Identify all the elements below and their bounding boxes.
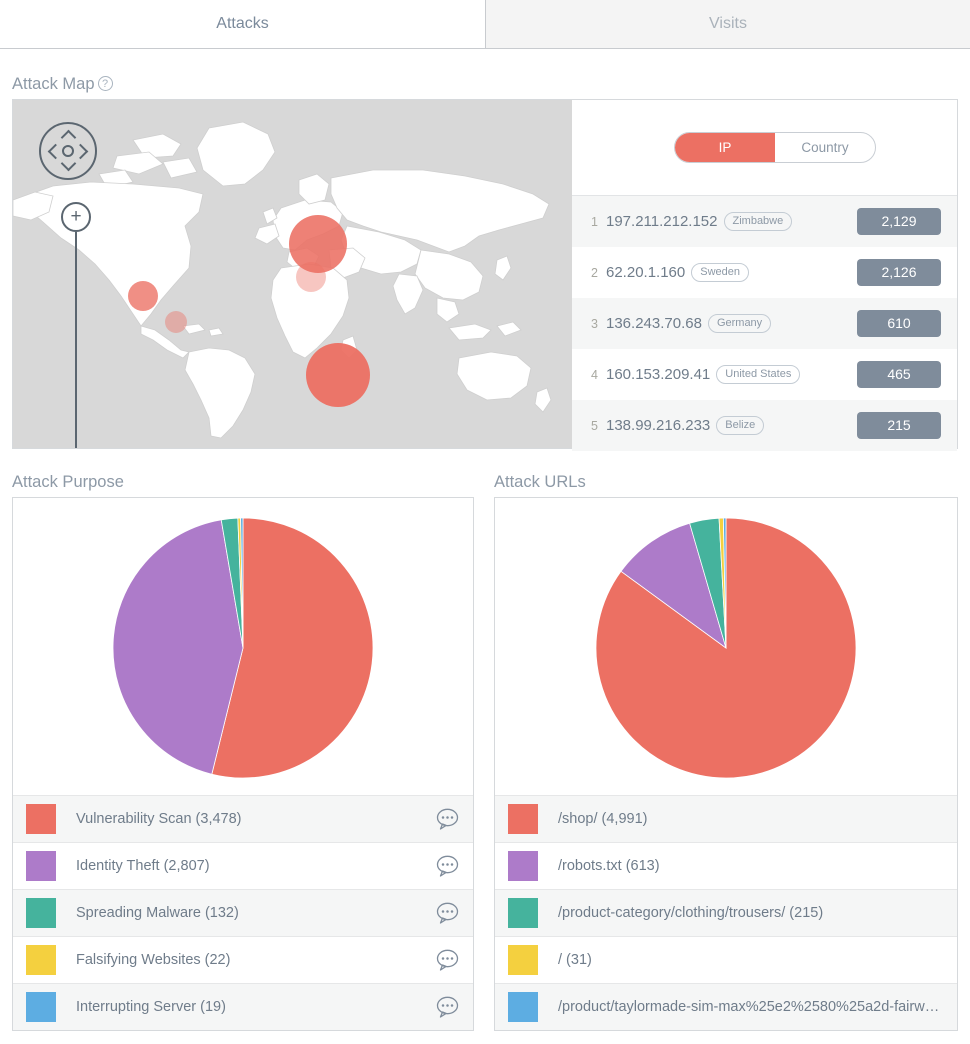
comment-icon[interactable] <box>436 808 459 835</box>
legend-swatch <box>508 804 538 834</box>
toggle-option-country[interactable]: Country <box>775 133 875 162</box>
legend-swatch <box>26 945 56 975</box>
row-country-badge: Zimbabwe <box>723 212 793 231</box>
attack-blip <box>306 343 370 407</box>
ip-country-toggle[interactable]: IP Country <box>674 132 876 163</box>
attack-purpose-pie-chart[interactable] <box>103 508 383 788</box>
legend-label: Falsifying Websites (22) <box>76 952 231 968</box>
tab-attacks[interactable]: Attacks <box>0 0 485 48</box>
row-rank: 5 <box>591 418 598 433</box>
attack-purpose-card: Vulnerability Scan (3,478) Identity Thef… <box>12 497 474 1031</box>
row-rank: 1 <box>591 214 598 229</box>
comment-icon[interactable] <box>436 855 459 882</box>
attack-map-card: + − IP Country 1 197.211.212.152 Zimbabw… <box>12 99 958 451</box>
row-ip: 197.211.212.152 <box>606 213 718 230</box>
legend-label: /robots.txt (613) <box>558 858 660 874</box>
list-item[interactable]: / (31) <box>495 936 957 983</box>
tab-bar: Attacks Visits <box>0 0 970 49</box>
attack-urls-card: /shop/ (4,991) /robots.txt (613) /produc… <box>494 497 958 1031</box>
legend-swatch <box>508 898 538 928</box>
attack-urls-pie-area <box>495 498 957 798</box>
comment-icon[interactable] <box>436 902 459 929</box>
row-count-badge: 2,129 <box>857 208 941 235</box>
list-item[interactable]: Falsifying Websites (22) <box>13 936 473 983</box>
list-item[interactable]: Identity Theft (2,807) <box>13 842 473 889</box>
row-count-badge: 610 <box>857 310 941 337</box>
tab-visits[interactable]: Visits <box>485 0 970 49</box>
attack-purpose-legend: Vulnerability Scan (3,478) Identity Thef… <box>13 795 473 1030</box>
world-map[interactable]: + − <box>13 100 572 448</box>
row-count-badge: 2,126 <box>857 259 941 286</box>
attack-blip <box>165 311 187 333</box>
chevron-right-icon[interactable] <box>72 143 89 160</box>
legend-swatch <box>26 851 56 881</box>
row-count-badge: 465 <box>857 361 941 388</box>
legend-label: Vulnerability Scan (3,478) <box>76 811 242 827</box>
row-ip: 160.153.209.41 <box>606 366 711 383</box>
zoom-slider-track[interactable] <box>75 232 77 448</box>
attack-urls-legend: /shop/ (4,991) /robots.txt (613) /produc… <box>495 795 957 1030</box>
row-ip: 62.20.1.160 <box>606 264 686 281</box>
comment-icon[interactable] <box>436 949 459 976</box>
attack-map-title-text: Attack Map <box>12 75 95 93</box>
table-row[interactable]: 1 197.211.212.152 Zimbabwe 2,129 <box>572 196 957 247</box>
legend-swatch <box>508 945 538 975</box>
table-row[interactable]: 4 160.153.209.41 United States 465 <box>572 349 957 400</box>
legend-label: Interrupting Server (19) <box>76 999 226 1015</box>
row-country-badge: Belize <box>716 416 765 435</box>
legend-swatch <box>26 804 56 834</box>
legend-swatch <box>508 851 538 881</box>
row-country-badge: Sweden <box>691 263 750 282</box>
legend-label: /shop/ (4,991) <box>558 811 648 827</box>
row-rank: 2 <box>591 265 598 280</box>
list-item[interactable]: Vulnerability Scan (3,478) <box>13 795 473 842</box>
list-item[interactable]: /shop/ (4,991) <box>495 795 957 842</box>
attack-purpose-pie-area <box>13 498 473 798</box>
legend-swatch <box>508 992 538 1022</box>
list-item[interactable]: Interrupting Server (19) <box>13 983 473 1030</box>
comment-icon[interactable] <box>436 996 459 1023</box>
list-item[interactable]: /product-category/clothing/trousers/ (21… <box>495 889 957 936</box>
list-item[interactable]: Spreading Malware (132) <box>13 889 473 936</box>
chevron-left-icon[interactable] <box>47 143 64 160</box>
row-rank: 4 <box>591 367 598 382</box>
legend-label: / (31) <box>558 952 592 968</box>
attack-blip <box>128 281 158 311</box>
row-country-badge: Germany <box>707 314 772 333</box>
map-pan-control[interactable] <box>39 122 97 180</box>
zoom-in-button[interactable]: + <box>61 202 91 232</box>
attack-urls-title: Attack URLs <box>494 473 586 491</box>
attack-urls-pie-chart[interactable] <box>586 508 866 788</box>
list-item[interactable]: /product/taylormade-sim-max%25e2%2580%25… <box>495 983 957 1030</box>
table-row[interactable]: 3 136.243.70.68 Germany 610 <box>572 298 957 349</box>
pan-center-icon[interactable] <box>62 145 74 157</box>
row-ip: 138.99.216.233 <box>606 417 711 434</box>
attack-blip <box>296 262 326 292</box>
legend-label: Identity Theft (2,807) <box>76 858 210 874</box>
attack-dashboard-page: Attacks Visits Attack Map? + IP Country … <box>0 0 970 1044</box>
legend-swatch <box>26 992 56 1022</box>
legend-swatch <box>26 898 56 928</box>
tab-visits-label: Visits <box>709 15 747 32</box>
legend-label: Spreading Malware (132) <box>76 905 239 921</box>
top-attackers-panel: IP Country 1 197.211.212.152 Zimbabwe 2,… <box>572 100 957 451</box>
chevron-down-icon[interactable] <box>60 155 77 172</box>
row-rank: 3 <box>591 316 598 331</box>
chevron-up-icon[interactable] <box>60 129 77 146</box>
table-row[interactable]: 5 138.99.216.233 Belize 215 <box>572 400 957 451</box>
legend-label: /product/taylormade-sim-max%25e2%2580%25… <box>558 999 957 1015</box>
toggle-option-ip[interactable]: IP <box>675 133 775 162</box>
list-item[interactable]: /robots.txt (613) <box>495 842 957 889</box>
help-icon[interactable]: ? <box>97 76 113 91</box>
legend-label: /product-category/clothing/trousers/ (21… <box>558 905 824 921</box>
attack-map-title: Attack Map? <box>12 75 113 94</box>
tab-attacks-label: Attacks <box>216 15 269 32</box>
row-ip: 136.243.70.68 <box>606 315 702 332</box>
table-row[interactable]: 2 62.20.1.160 Sweden 2,126 <box>572 247 957 298</box>
row-count-badge: 215 <box>857 412 941 439</box>
attack-purpose-title: Attack Purpose <box>12 473 124 491</box>
row-country-badge: United States <box>716 365 801 384</box>
